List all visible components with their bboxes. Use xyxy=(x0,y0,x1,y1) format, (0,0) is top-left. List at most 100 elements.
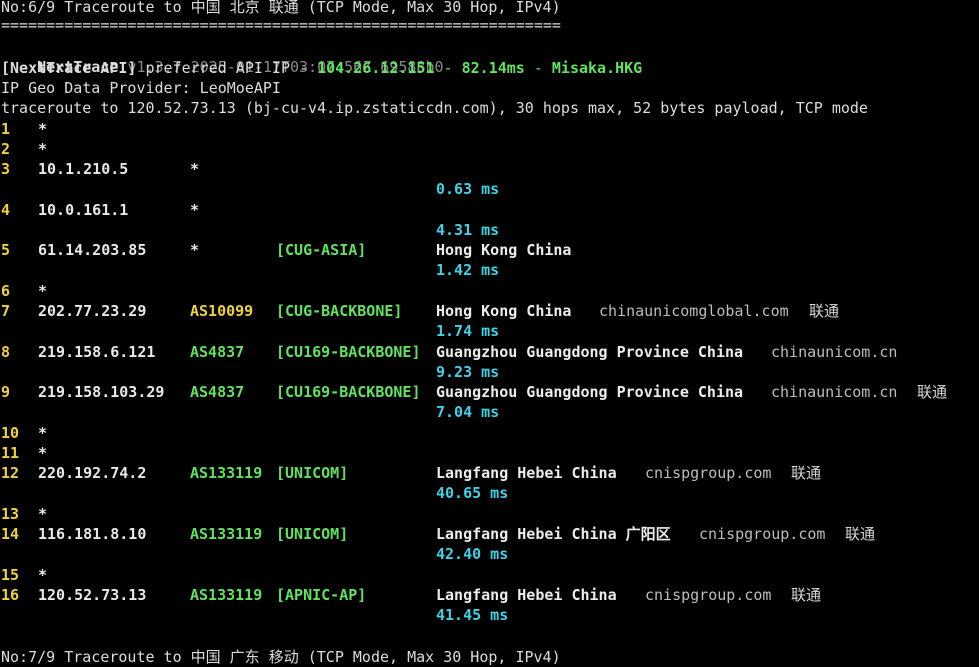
hop-number: 2 xyxy=(1,140,11,158)
hop-ip: 10.0.161.1 xyxy=(38,201,129,219)
tool-version-line: NextTrace v1.3.7 2025-01-17T03:07:56Z 69… xyxy=(1,37,443,76)
hop-row: 2 * xyxy=(1,139,976,159)
hop-latency: 9.23 ms xyxy=(436,363,500,381)
hop-number: 4 xyxy=(1,201,11,219)
hop-latency: 4.31 ms xyxy=(436,221,500,239)
hop-geo-location: Langfang Hebei China xyxy=(436,586,617,604)
api-line: [NextTrace API] preferred API IP - 104.2… xyxy=(1,58,642,78)
hop-network-tag: [CUG-ASIA] xyxy=(276,241,367,259)
hop-isp: 联通 xyxy=(791,464,822,482)
separator-line: ========================================… xyxy=(1,16,561,34)
api-ip: 104.26.12.151 xyxy=(317,59,435,77)
hop-ip: 120.52.73.13 xyxy=(38,586,147,604)
api-latency: 82.14ms xyxy=(461,59,525,77)
hop-domain: chinaunicomglobal.com xyxy=(599,302,789,320)
hop-isp: 联通 xyxy=(917,383,948,401)
hop-asn: * xyxy=(190,241,200,259)
hop-number: 15 xyxy=(1,566,20,584)
hop-network-tag: [CU169-BACKBONE] xyxy=(276,383,421,401)
hop-latency: 0.63 ms xyxy=(436,180,500,198)
hop-network-tag: [APNIC-AP] xyxy=(276,586,367,604)
hop-latency: 1.42 ms xyxy=(436,261,500,279)
hop-row: 10 * xyxy=(1,423,976,443)
hop-number: 9 xyxy=(1,383,11,401)
hop-asn: * xyxy=(190,160,200,178)
hop-asn: AS133119 xyxy=(190,464,263,482)
hop-network-tag: [CU169-BACKBONE] xyxy=(276,343,421,361)
hop-row: 3 10.1.210.5 * xyxy=(1,159,976,179)
hop-number: 13 xyxy=(1,505,20,523)
hop-geo-location: Langfang Hebei China 广阳区 xyxy=(436,525,671,543)
hop-number: 3 xyxy=(1,160,11,178)
hop-row: 11 * xyxy=(1,443,976,463)
hop-latency: 1.74 ms xyxy=(436,322,500,340)
hop-ip: * xyxy=(38,505,48,523)
hop-latency: 42.40 ms xyxy=(436,545,509,563)
hop-ip: 61.14.203.85 xyxy=(38,241,147,259)
hop-geo-location: Hong Kong China xyxy=(436,241,572,259)
hop-number: 11 xyxy=(1,444,20,462)
hop-asn: AS133119 xyxy=(190,586,263,604)
hop-row: 15 * xyxy=(1,565,976,585)
hop-number: 14 xyxy=(1,525,20,543)
hop-geo-location: Guangzhou Guangdong Province China xyxy=(436,343,744,361)
hop-ip: 10.1.210.5 xyxy=(38,160,129,178)
hop-asn: AS10099 xyxy=(190,302,254,320)
hop-domain: chinaunicom.cn xyxy=(771,343,898,361)
hop-geo-location: Guangzhou Guangdong Province China xyxy=(436,383,744,401)
hop-ip: * xyxy=(38,566,48,584)
hop-number: 1 xyxy=(1,120,11,138)
hop-ip: * xyxy=(38,282,48,300)
hop-domain: cnispgroup.com xyxy=(645,586,772,604)
hop-asn: AS4837 xyxy=(190,343,245,361)
api-dash-1: - xyxy=(434,59,462,77)
hop-row: 14 116.181.8.10 AS133119 [UNICOM] Langfang H… xyxy=(1,524,976,544)
hop-number: 7 xyxy=(1,302,11,320)
hop-asn: AS4837 xyxy=(190,383,245,401)
hop-ip: 219.158.103.29 xyxy=(38,383,165,401)
hop-ip: 202.77.23.29 xyxy=(38,302,147,320)
hop-row: 7 202.77.23.29 AS10099 [CUG-BACKBONE] Hong K… xyxy=(1,301,976,321)
hop-ip: 220.192.74.2 xyxy=(38,464,147,482)
hop-row: 9 219.158.103.29 AS4837 [CU169-BACKBONE] Gua… xyxy=(1,382,976,402)
hop-network-tag: [UNICOM] xyxy=(276,464,349,482)
hop-row: 12 220.192.74.2 AS133119 [UNICOM] Langfang H… xyxy=(1,463,976,483)
hop-row: 8 219.158.6.121 AS4837 [CU169-BACKBONE] Guan… xyxy=(1,342,976,362)
hop-domain: cnispgroup.com xyxy=(645,464,772,482)
terminal-window: No:6/9 Traceroute to 中国 北京 联通 (TCP Mode,… xyxy=(0,0,979,666)
hop-row: 5 61.14.203.85 * [CUG-ASIA] Hong Kong China xyxy=(1,240,976,260)
hop-ip: * xyxy=(38,120,48,138)
hop-domain: cnispgroup.com xyxy=(699,525,826,543)
trace-header-bottom: No:7/9 Traceroute to 中国 广东 移动 (TCP Mode,… xyxy=(1,648,561,666)
hop-row: 16 120.52.73.13 AS133119 [APNIC-AP] Langfang… xyxy=(1,585,976,605)
traceroute-summary-line: traceroute to 120.52.73.13 (bj-cu-v4.ip.… xyxy=(1,99,868,117)
hop-domain: chinaunicom.cn xyxy=(771,383,898,401)
hop-geo-location: Langfang Hebei China xyxy=(436,464,617,482)
hop-ip: * xyxy=(38,140,48,158)
hop-asn: * xyxy=(190,201,200,219)
api-text: preferred API IP - xyxy=(136,59,318,77)
hop-number: 12 xyxy=(1,464,20,482)
hop-ip: * xyxy=(38,444,48,462)
hop-geo-location: Hong Kong China xyxy=(436,302,572,320)
hop-isp: 联通 xyxy=(791,586,822,604)
hop-isp: 联通 xyxy=(809,302,840,320)
hop-network-tag: [CUG-BACKBONE] xyxy=(276,302,403,320)
api-node: Misaka.HKG xyxy=(551,59,643,77)
hop-number: 10 xyxy=(1,424,20,442)
hop-number: 16 xyxy=(1,586,20,604)
hop-latency: 41.45 ms xyxy=(436,606,509,624)
hop-ip: * xyxy=(38,424,48,442)
api-dash-2: - xyxy=(524,59,552,77)
api-label: [NextTrace API] xyxy=(1,59,137,77)
hop-latency: 40.65 ms xyxy=(436,484,509,502)
hop-asn: AS133119 xyxy=(190,525,263,543)
hop-ip: 116.181.8.10 xyxy=(38,525,147,543)
hop-network-tag: [UNICOM] xyxy=(276,525,349,543)
hop-isp: 联通 xyxy=(845,525,876,543)
hop-latency: 7.04 ms xyxy=(436,403,500,421)
hop-row: 6 * xyxy=(1,281,976,301)
hop-row: 4 10.0.161.1 * xyxy=(1,200,976,220)
geo-provider-line: IP Geo Data Provider: LeoMoeAPI xyxy=(1,79,281,97)
hop-row: 1 * xyxy=(1,119,976,139)
